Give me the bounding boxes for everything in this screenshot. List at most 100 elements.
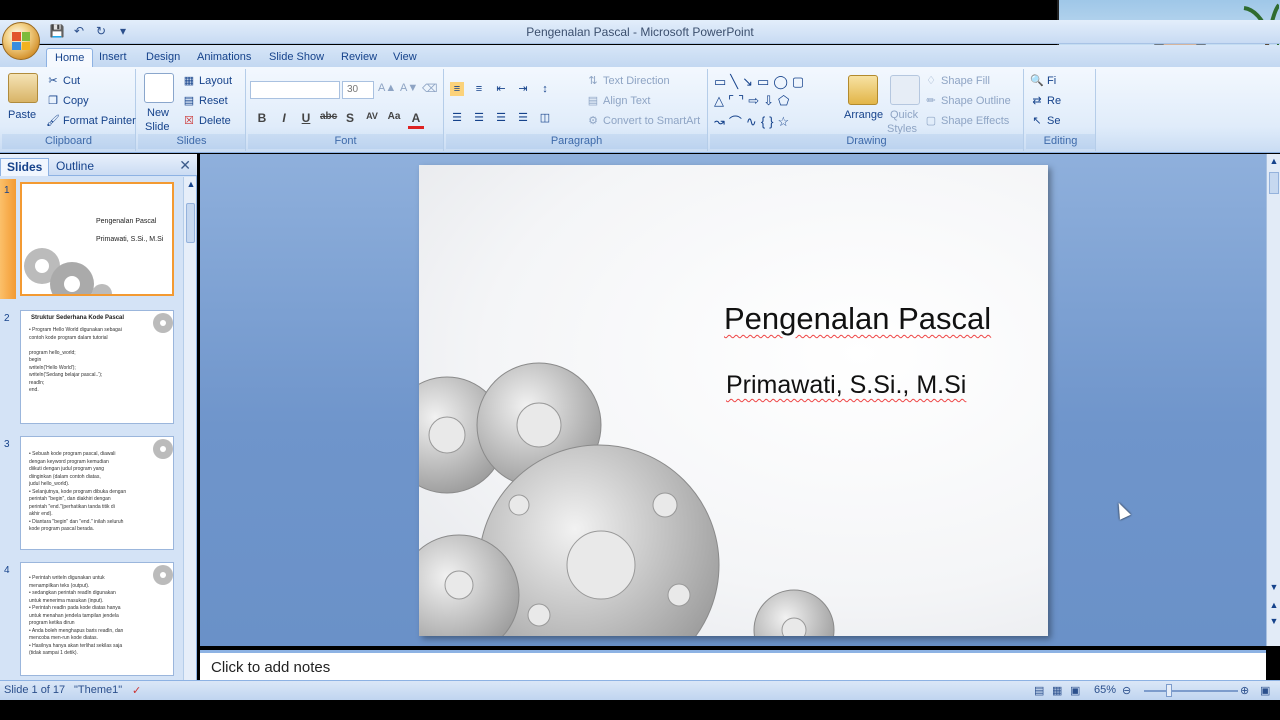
rounded-rect-shape-icon[interactable]: ▢ [792,74,804,90]
fit-to-window-icon[interactable]: ▣ [1260,684,1270,697]
pentagon-shape-icon[interactable]: ⬠ [778,93,789,109]
quick-styles-label-1[interactable]: Quick [890,109,918,121]
new-slide-icon[interactable] [144,73,174,103]
brace-right-shape-icon[interactable]: } [769,114,773,129]
zoom-in-icon[interactable]: ⊕ [1240,684,1249,697]
tab-review[interactable]: Review [333,48,385,67]
font-size-combo[interactable]: 30 [342,81,374,99]
delete-button[interactable]: ☒ Delete [182,114,231,128]
quick-styles-icon[interactable] [890,75,920,105]
font-color-icon[interactable]: A [408,111,424,129]
slide-thumbnail-4[interactable]: 4 • Perintah writeln digunakan untuk men… [0,559,182,679]
current-slide[interactable]: Pengenalan Pascal Primawati, S.Si., M.Si [419,165,1048,636]
convert-smartart-button[interactable]: ⚙ Convert to SmartArt [586,114,700,128]
slide-subtitle[interactable]: Primawati, S.Si., M.Si [726,371,966,400]
clear-format-icon[interactable]: ⌫ [422,82,438,95]
right-arrow-shape-icon[interactable]: ⇨ [748,93,759,109]
grow-font-icon[interactable]: A▲ [378,82,396,94]
tab-view[interactable]: View [385,48,425,67]
scroll-up-icon[interactable]: ▲ [1269,156,1279,166]
scroll-down-icon[interactable]: ▼ [1269,582,1279,592]
tab-insert[interactable]: Insert [91,48,135,67]
freeform-shape-icon[interactable]: ∿ [746,114,757,130]
close-panel-icon[interactable]: ✕ [179,157,191,174]
elbow-shape-icon[interactable]: ⌜ [728,93,734,109]
rect-shape-icon[interactable]: ▭ [757,74,769,90]
undo-icon[interactable]: ↶ [70,23,88,39]
redo-icon[interactable]: ↻ [92,23,110,39]
new-slide-label-2[interactable]: Slide [145,121,169,133]
shapes-gallery-row3[interactable]: ↝ ⌒ ∿ {} ☆ [714,112,789,131]
save-icon[interactable]: 💾 [48,23,66,39]
zoom-out-icon[interactable]: ⊖ [1122,684,1131,697]
paste-icon[interactable] [8,73,38,103]
tab-slides[interactable]: Slides [0,158,50,176]
arc-shape-icon[interactable]: ⌒ [729,112,742,131]
slide-thumbnail-1[interactable]: 1 Pengenalan Pascal Primawati, S.Si., M.… [0,179,182,299]
layout-button[interactable]: ▦ Layout [182,74,232,88]
shrink-font-icon[interactable]: A▼ [400,82,418,94]
numbering-icon[interactable]: ≡ [472,82,486,96]
normal-view-icon[interactable]: ▤ [1034,684,1044,697]
new-slide-label-1[interactable]: New [147,107,169,119]
line-shape-icon[interactable]: ╲ [730,74,738,90]
scroll-thumb[interactable] [186,203,195,243]
zoom-slider[interactable] [1144,690,1238,692]
char-spacing-icon[interactable]: AV [364,111,380,129]
tab-outline[interactable]: Outline [50,158,100,176]
textbox-shape-icon[interactable]: ▭ [714,74,726,90]
justify-icon[interactable]: ☰ [516,111,530,125]
slide-thumbnail-2[interactable]: 2 Struktur Sederhana Kode Pascal • Progr… [0,307,182,427]
font-name-combo[interactable] [250,81,340,99]
slide-title[interactable]: Pengenalan Pascal [724,301,991,337]
zoom-level[interactable]: 65% [1094,684,1116,696]
underline-icon[interactable]: U [298,111,314,129]
slide-thumbnail-3[interactable]: 3 • Sebuah kode program pascal, diawali … [0,433,182,553]
align-left-icon[interactable]: ☰ [450,111,464,125]
brace-left-shape-icon[interactable]: { [761,114,765,129]
align-text-button[interactable]: ▤ Align Text [586,94,651,108]
bold-icon[interactable]: B [254,111,270,129]
bullets-icon[interactable]: ≡ [450,82,464,96]
shape-fill-button[interactable]: ♢ Shape Fill [924,74,990,88]
curve-shape-icon[interactable]: ↝ [714,114,725,130]
shape-effects-button[interactable]: ▢ Shape Effects [924,114,1010,128]
slide-show-icon[interactable]: ▣ [1070,684,1080,697]
align-center-icon[interactable]: ☰ [472,111,486,125]
previous-slide-icon[interactable]: ▲ [1269,600,1279,610]
shapes-gallery-row2[interactable]: △ ⌜ ⌝ ⇨ ⇩ ⬠ [714,93,789,109]
select-button[interactable]: ↖ Se [1030,114,1060,128]
arrange-button[interactable]: Arrange [844,109,883,121]
tab-home[interactable]: Home [46,48,94,67]
arrange-icon[interactable] [848,75,878,105]
scroll-thumb[interactable] [1269,172,1279,194]
customize-qat-icon[interactable]: ▾ [114,23,132,39]
arrow-shape-icon[interactable]: ↘ [742,74,753,90]
star-shape-icon[interactable]: ☆ [778,114,790,130]
copy-button[interactable]: ❐ Copy [46,94,89,108]
decrease-indent-icon[interactable]: ⇤ [494,82,508,96]
cut-button[interactable]: ✂ Cut [46,74,80,88]
text-direction-button[interactable]: ⇅ Text Direction [586,74,669,88]
zoom-slider-handle[interactable] [1166,684,1172,697]
spellcheck-icon[interactable]: ✓ [132,684,141,697]
shadow-icon[interactable]: S [342,111,358,129]
reset-button[interactable]: ▤ Reset [182,94,228,108]
shapes-gallery[interactable]: ▭ ╲ ↘ ▭ ◯ ▢ [714,74,804,90]
notes-pane[interactable]: Click to add notes [200,650,1266,680]
replace-button[interactable]: ⇄ Re [1030,94,1061,108]
slide-scrollbar[interactable]: ▲ ▼ ▲ ▼ [1266,154,1280,646]
find-button[interactable]: 🔍 Fi [1030,74,1056,88]
oval-shape-icon[interactable]: ◯ [773,74,788,90]
down-arrow-shape-icon[interactable]: ⇩ [763,93,774,109]
strikethrough-icon[interactable]: abc [320,111,337,129]
format-painter-button[interactable]: 🖌 Format Painter [46,114,136,128]
align-right-icon[interactable]: ☰ [494,111,508,125]
triangle-shape-icon[interactable]: △ [714,93,724,109]
connector-shape-icon[interactable]: ⌝ [738,93,744,109]
line-spacing-icon[interactable]: ↕ [538,82,552,96]
change-case-icon[interactable]: Aa [386,111,402,129]
shape-outline-button[interactable]: ✏ Shape Outline [924,94,1010,108]
increase-indent-icon[interactable]: ⇥ [516,82,530,96]
italic-icon[interactable]: I [276,111,292,129]
